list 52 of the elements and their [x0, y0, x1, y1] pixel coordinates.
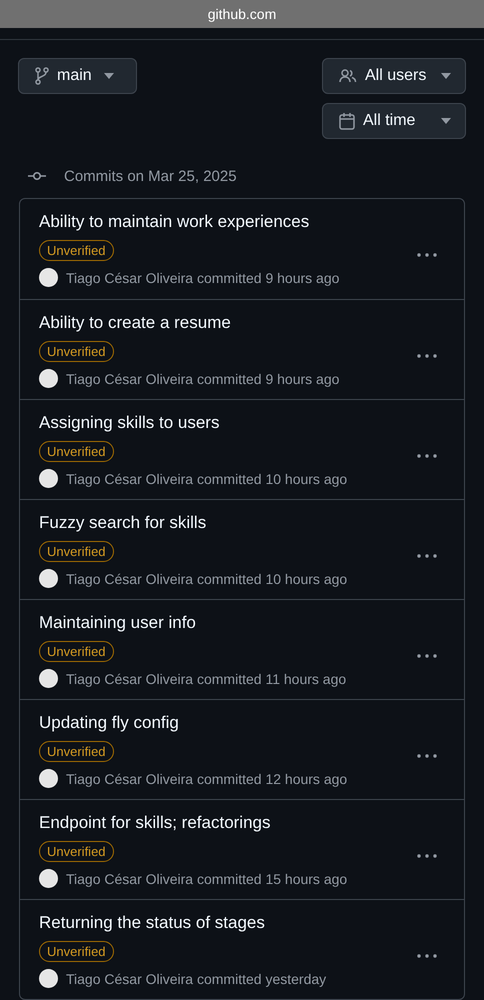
ellipsis-icon	[417, 454, 437, 458]
commit-title[interactable]: Ability to maintain work experiences	[39, 211, 413, 233]
caret-icon	[441, 118, 451, 124]
ellipsis-icon	[417, 654, 437, 658]
people-icon	[339, 68, 357, 84]
commit-icon	[28, 171, 46, 181]
avatar-icon	[39, 469, 58, 488]
unverified-label: Unverified	[39, 240, 114, 261]
filter-button[interactable]: All users	[322, 58, 466, 94]
filter-button[interactable]: All time	[322, 103, 466, 139]
commit-meta: Tiago César Oliveira committed 12 hours ago	[66, 770, 348, 786]
commit-meta: Tiago César Oliveira committed 9 hours ago	[66, 370, 340, 386]
ellipsis-icon	[417, 954, 437, 958]
caret-icon	[441, 73, 451, 79]
branch-icon	[35, 67, 49, 85]
url-text: github.com	[208, 6, 276, 22]
caret-icon	[104, 73, 114, 79]
unverified-label: Unverified	[39, 641, 114, 662]
commit-title[interactable]: Updating fly config	[39, 712, 413, 734]
ellipsis-icon	[417, 354, 437, 358]
branch-button[interactable]: main	[18, 58, 137, 94]
commit-meta: Tiago César Oliveira committed 11 hours ago	[66, 670, 346, 686]
ellipsis-icon	[417, 253, 437, 257]
unverified-label: Unverified	[39, 841, 114, 862]
avatar-icon	[39, 268, 58, 287]
avatar-icon	[39, 869, 58, 888]
unverified-label: Unverified	[39, 541, 114, 562]
ellipsis-icon	[417, 554, 437, 558]
commits-heading: Commits on Mar 25, 2025	[64, 168, 237, 184]
avatar-icon	[39, 669, 58, 688]
commit-meta: Tiago César Oliveira committed yesterday	[66, 970, 326, 986]
unverified-label: Unverified	[39, 441, 114, 462]
commit-title[interactable]: Fuzzy search for skills	[39, 512, 413, 534]
avatar-icon	[39, 969, 58, 988]
avatar-icon	[39, 769, 58, 788]
commit-title[interactable]: Maintaining user info	[39, 612, 413, 634]
commit-title[interactable]: Assigning skills to users	[39, 412, 413, 434]
commit-title[interactable]: Returning the status of stages	[39, 912, 413, 934]
calendar-icon	[339, 112, 355, 130]
ellipsis-icon	[417, 854, 437, 858]
commit-meta: Tiago César Oliveira committed 10 hours ago	[66, 470, 348, 486]
commit-title[interactable]: Ability to create a resume	[39, 312, 413, 334]
commit-meta: Tiago César Oliveira committed 9 hours ago	[66, 270, 340, 286]
unverified-label: Unverified	[39, 341, 114, 362]
ellipsis-icon	[417, 754, 437, 758]
commit-meta: Tiago César Oliveira committed 15 hours ago	[66, 870, 348, 886]
unverified-label: Unverified	[39, 941, 114, 962]
unverified-label: Unverified	[39, 741, 114, 762]
avatar-icon	[39, 569, 58, 588]
commit-title[interactable]: Endpoint for skills; refactorings	[39, 812, 413, 834]
commit-meta: Tiago César Oliveira committed 10 hours ago	[66, 570, 348, 586]
avatar-icon	[39, 369, 58, 388]
